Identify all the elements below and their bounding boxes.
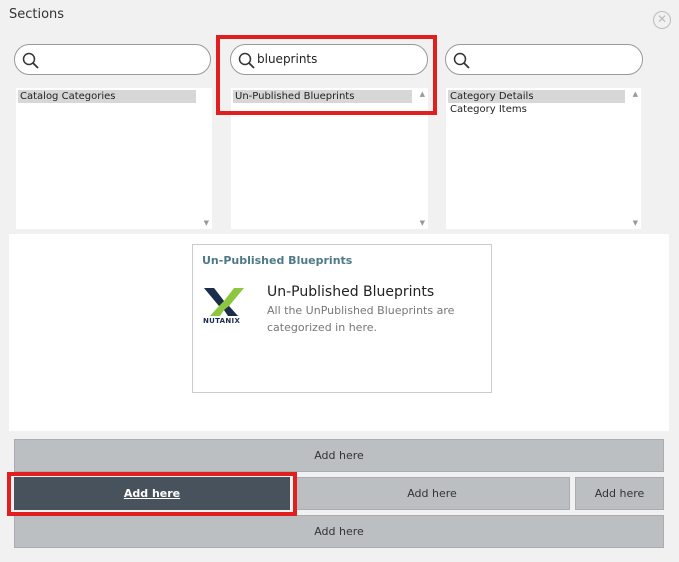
detail-listbox[interactable]: Category Details Category Items ▲ ▼ bbox=[446, 88, 641, 229]
list-item[interactable]: Catalog Categories bbox=[18, 90, 196, 103]
scroll-up-icon[interactable]: ▲ bbox=[633, 90, 638, 98]
add-here-zone-middle[interactable]: Add here bbox=[294, 477, 570, 510]
search-input-categories[interactable] bbox=[14, 44, 211, 75]
scroll-down-icon[interactable]: ▼ bbox=[420, 219, 425, 227]
filter-panel-details: Category Details Category Items ▲ ▼ bbox=[437, 34, 649, 232]
list-item[interactable]: Category Details bbox=[448, 90, 625, 103]
dialog-title: Sections bbox=[9, 7, 65, 22]
filter-panel-categories: Catalog Categories ▼ bbox=[9, 34, 212, 232]
search-icon bbox=[453, 52, 470, 69]
card-heading: Un-Published Blueprints bbox=[202, 254, 353, 267]
highlight-search-box bbox=[216, 35, 437, 115]
logo-text: NUTANIX bbox=[203, 317, 241, 325]
card-title: Un-Published Blueprints bbox=[267, 284, 435, 300]
scroll-down-icon[interactable]: ▼ bbox=[633, 219, 638, 227]
section-card[interactable]: Un-Published Blueprints NUTANIX Un-Publi… bbox=[192, 244, 492, 393]
card-description: All the UnPublished Blueprints are categ… bbox=[267, 304, 455, 334]
nutanix-logo: NUTANIX bbox=[202, 286, 247, 326]
add-here-zone-right[interactable]: Add here bbox=[575, 477, 664, 510]
list-item[interactable]: Category Items bbox=[448, 103, 625, 116]
add-here-zone-bottom[interactable]: Add here bbox=[14, 515, 664, 548]
add-here-zone-top[interactable]: Add here bbox=[14, 439, 664, 472]
search-input-details[interactable] bbox=[445, 44, 643, 75]
close-icon[interactable]: ✕ bbox=[653, 11, 671, 29]
search-icon bbox=[22, 52, 39, 69]
scroll-down-icon[interactable]: ▼ bbox=[204, 219, 209, 227]
category-listbox[interactable]: Catalog Categories ▼ bbox=[16, 88, 212, 229]
highlight-add-here bbox=[7, 472, 297, 516]
